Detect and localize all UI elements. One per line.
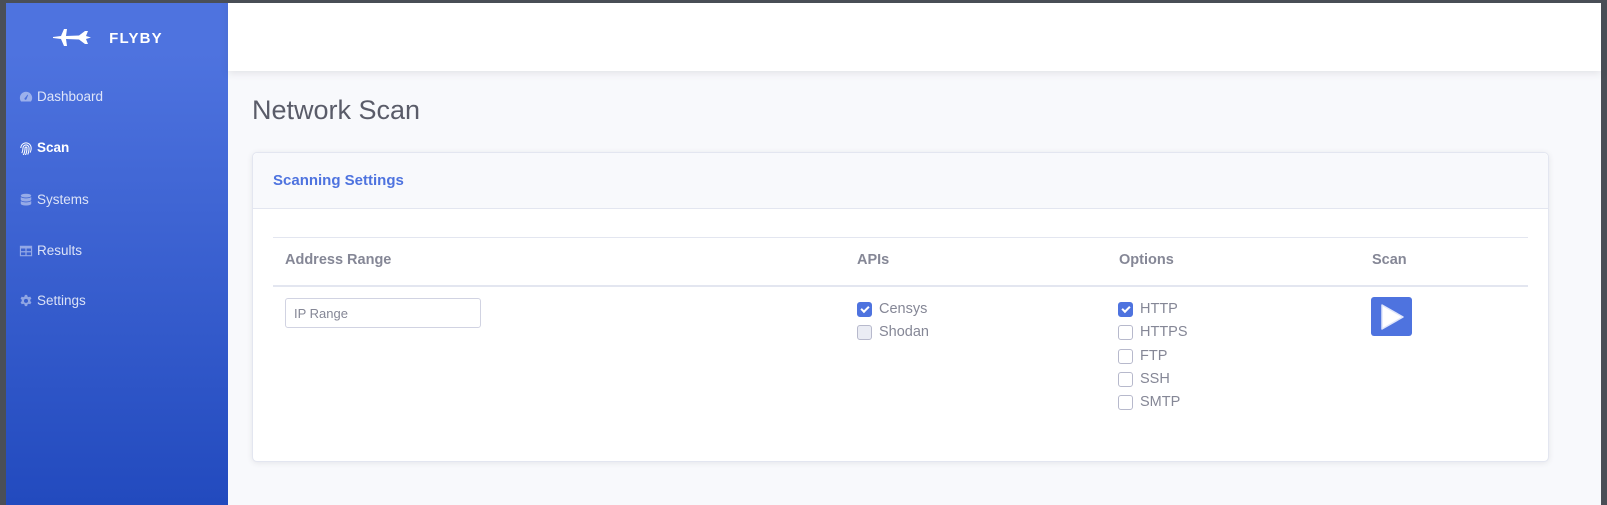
table-header-divider xyxy=(273,285,1528,287)
checkbox-box[interactable] xyxy=(857,301,872,317)
checkbox-label: SMTP xyxy=(1140,394,1181,410)
sidebar-item-label: Systems xyxy=(37,192,89,207)
option-smtp-checkbox[interactable]: SMTP xyxy=(1118,394,1180,410)
tachometer-icon xyxy=(19,91,33,102)
scanning-settings-card: Scanning Settings Address Range APIs Opt… xyxy=(252,152,1549,462)
sidebar-item-label: Settings xyxy=(37,293,86,308)
main-content: Network Scan Scanning Settings Address R… xyxy=(228,3,1601,505)
page-title: Network Scan xyxy=(252,95,421,125)
table-icon xyxy=(19,245,33,256)
card-title: Scanning Settings xyxy=(273,172,404,189)
column-header-options: Options xyxy=(1119,252,1174,268)
option-https-checkbox[interactable]: HTTPS xyxy=(1118,324,1188,340)
checkbox-label: FTP xyxy=(1140,348,1168,364)
option-http-checkbox[interactable]: HTTP xyxy=(1118,301,1178,317)
checkbox-label: Censys xyxy=(879,301,928,317)
app-window: FLYBY Dashboard Scan Systems Results Set… xyxy=(6,3,1601,505)
api-censys-checkbox[interactable]: Censys xyxy=(857,301,927,317)
gear-icon xyxy=(20,294,32,306)
column-header-address-range: Address Range xyxy=(285,252,392,268)
api-shodan-checkbox[interactable]: Shodan xyxy=(857,324,929,340)
sidebar-item-label: Scan xyxy=(37,140,70,155)
column-header-scan: Scan xyxy=(1372,252,1407,268)
fingerprint-icon xyxy=(20,141,32,155)
database-icon xyxy=(20,193,32,206)
brand-name: FLYBY xyxy=(109,29,163,47)
sidebar-item-dashboard[interactable]: Dashboard xyxy=(19,89,103,104)
checkbox-label: HTTP xyxy=(1140,301,1178,317)
sidebar-item-label: Results xyxy=(37,243,83,258)
checkbox-label: Shodan xyxy=(879,324,929,340)
checkbox-label: SSH xyxy=(1140,371,1170,387)
table-top-divider xyxy=(273,237,1528,238)
column-header-apis: APIs xyxy=(857,252,890,268)
ip-range-input[interactable] xyxy=(285,298,481,328)
play-icon xyxy=(1380,303,1404,330)
checkbox-box[interactable] xyxy=(857,324,872,340)
checkbox-box[interactable] xyxy=(1118,324,1133,340)
brand[interactable]: FLYBY xyxy=(6,3,228,73)
sidebar-item-scan[interactable]: Scan xyxy=(19,140,69,155)
sidebar-item-settings[interactable]: Settings xyxy=(19,293,86,308)
checkbox-label: HTTPS xyxy=(1140,324,1188,340)
option-ssh-checkbox[interactable]: SSH xyxy=(1118,371,1170,387)
sidebar-item-label: Dashboard xyxy=(37,89,104,104)
checkbox-box[interactable] xyxy=(1118,348,1133,364)
sidebar-item-results[interactable]: Results xyxy=(19,243,82,258)
topbar xyxy=(228,3,1601,71)
card-header: Scanning Settings xyxy=(253,153,1548,209)
sidebar: FLYBY Dashboard Scan Systems Results Set… xyxy=(6,3,228,505)
start-scan-button[interactable] xyxy=(1371,297,1412,336)
option-ftp-checkbox[interactable]: FTP xyxy=(1118,348,1167,364)
checkbox-box[interactable] xyxy=(1118,371,1133,387)
checkbox-box[interactable] xyxy=(1118,301,1133,317)
jet-icon xyxy=(53,29,92,46)
checkbox-box[interactable] xyxy=(1118,394,1133,410)
sidebar-item-systems[interactable]: Systems xyxy=(19,192,89,207)
